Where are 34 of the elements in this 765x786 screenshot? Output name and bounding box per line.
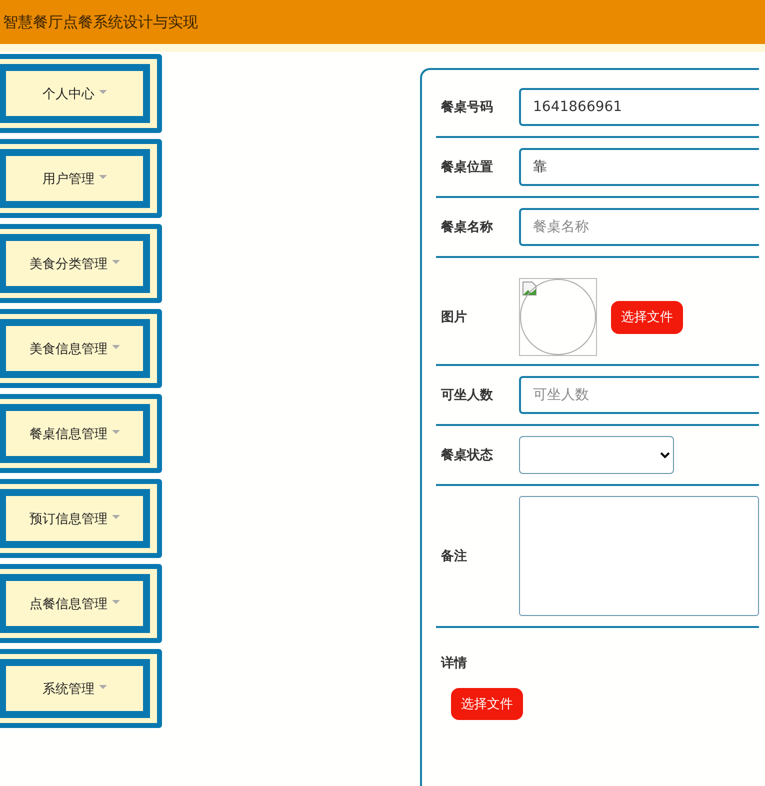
input-field[interactable]: 靠: [519, 148, 759, 186]
choose-file-button[interactable]: 选择文件: [611, 300, 683, 334]
field-label: 餐桌号码: [441, 99, 494, 116]
app-title: 智慧餐厅点餐系统设计与实现: [3, 12, 198, 32]
caret-icon: [112, 345, 120, 349]
caret-icon: [112, 260, 120, 264]
menu-item[interactable]: 美食信息管理: [0, 319, 150, 378]
field-label: 可坐人数: [441, 387, 494, 404]
broken-image-icon: [522, 281, 538, 297]
menu-item[interactable]: 用户管理: [0, 149, 150, 208]
field-label: 餐桌名称: [441, 219, 494, 236]
status-dropdown[interactable]: [519, 436, 674, 474]
menu-item[interactable]: 系统管理: [0, 659, 150, 718]
field-label: 餐桌位置: [441, 159, 494, 176]
menu-item[interactable]: 个人中心: [0, 64, 150, 123]
field-label: 详情: [441, 654, 468, 672]
menu-item[interactable]: 美食分类管理: [0, 234, 150, 293]
caret-icon: [98, 685, 106, 689]
field-label: 图片: [441, 309, 468, 326]
menu-item[interactable]: 餐桌信息管理: [0, 404, 150, 463]
caret-icon: [98, 175, 106, 179]
caret-icon: [112, 600, 120, 604]
input-field[interactable]: 可坐人数: [519, 376, 759, 414]
field-label: 餐桌状态: [441, 447, 494, 464]
caret-icon: [112, 430, 120, 434]
field-label: 备注: [441, 548, 468, 565]
choose-file-button[interactable]: 选择文件: [451, 688, 523, 720]
menu-item[interactable]: 预订信息管理: [0, 489, 150, 548]
input-field[interactable]: 餐桌名称: [519, 208, 759, 246]
input-field[interactable]: 1641866961: [519, 88, 759, 126]
menu-item[interactable]: 点餐信息管理: [0, 574, 150, 633]
caret-icon: [112, 515, 120, 519]
caret-icon: [98, 90, 106, 94]
notes-field[interactable]: [519, 496, 759, 616]
